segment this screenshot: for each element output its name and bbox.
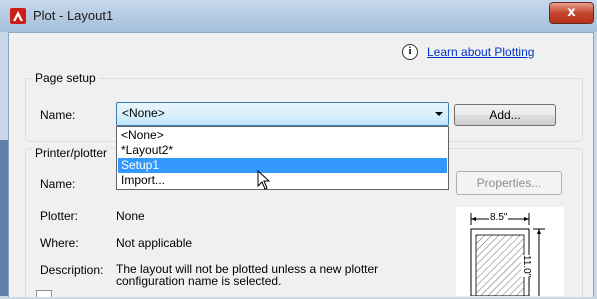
dropdown-option-none[interactable]: <None> (118, 128, 447, 143)
where-label: Where: (40, 236, 79, 250)
mouse-cursor-icon (257, 170, 271, 190)
page-setup-dropdown-list: <None> *Layout2* Setup1 Import... (116, 126, 449, 190)
description-value: The layout will not be plotted unless a … (116, 262, 379, 288)
close-button[interactable]: x (549, 2, 594, 24)
autocad-logo-icon (10, 8, 26, 24)
chevron-down-icon (435, 112, 443, 116)
dropdown-option-layout2[interactable]: *Layout2* (118, 143, 447, 158)
page-setup-selected-value: <None> (122, 106, 165, 120)
paper-preview: 8.5" 11.0" (456, 207, 564, 297)
paper-width-label: 8.5" (489, 212, 509, 223)
page-setup-label: Page setup (32, 71, 99, 85)
close-icon: x (567, 5, 576, 20)
window-title: Plot - Layout1 (33, 8, 114, 23)
plotter-label: Plotter: (40, 209, 79, 223)
description-label: Description: (40, 263, 104, 277)
paper-height-label: 11.0" (521, 255, 532, 278)
background-window-edge (0, 140, 8, 296)
page-setup-name-label: Name: (40, 108, 76, 122)
add-button[interactable]: Add... (454, 104, 556, 126)
plot-dialog: Plot - Layout1 x i Learn about Plotting … (0, 0, 597, 298)
properties-button[interactable]: Properties... (456, 171, 562, 195)
printer-plotter-label: Printer/plotter (32, 146, 111, 160)
info-icon: i (402, 44, 418, 60)
title-bar[interactable]: Plot - Layout1 x (0, 0, 597, 32)
printer-name-label: Name: (40, 177, 76, 191)
plotter-value: None (116, 209, 145, 223)
dropdown-option-import[interactable]: Import... (118, 173, 447, 188)
paper-preview-drawing (470, 213, 545, 297)
learn-about-plotting-link[interactable]: Learn about Plotting (427, 45, 534, 59)
page-setup-name-dropdown[interactable]: <None> (116, 102, 449, 126)
dropdown-option-setup1[interactable]: Setup1 (118, 158, 447, 173)
where-value: Not applicable (116, 236, 193, 250)
